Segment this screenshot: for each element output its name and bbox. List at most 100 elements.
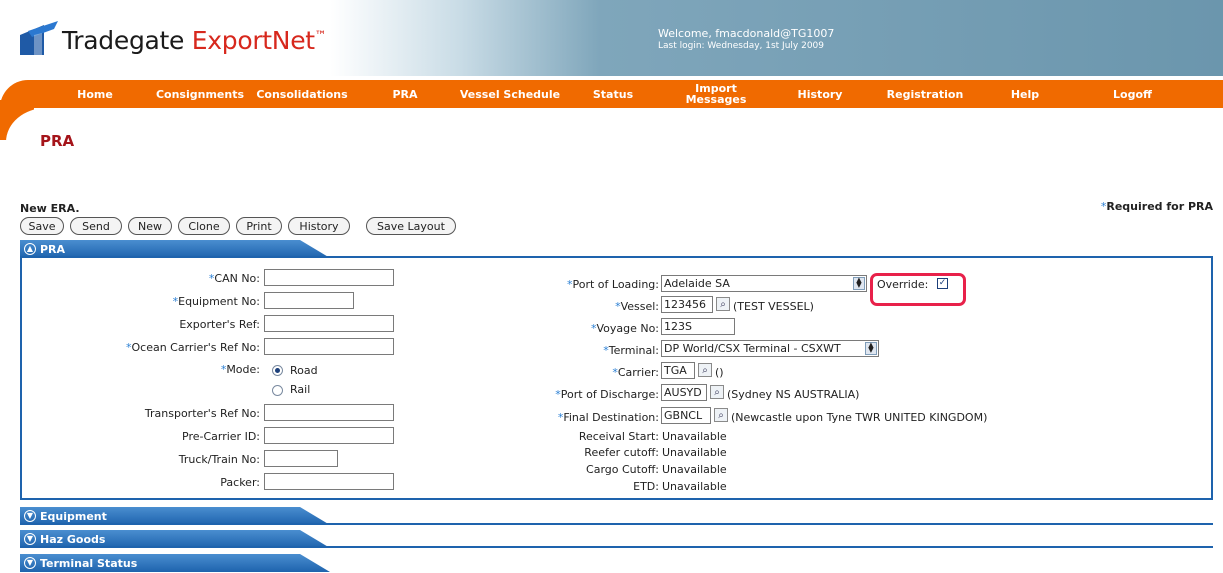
reefer-cutoff-label: Reefer cutoff: (584, 446, 659, 459)
app-header: Tradegate ExportNet™ Welcome, fmacdonald… (0, 0, 1223, 76)
packer-input[interactable] (264, 473, 394, 490)
section-equipment-line (20, 523, 1213, 525)
section-tab-terminal-status[interactable]: ▼ Terminal Status (20, 554, 330, 572)
last-login-text: Last login: Wednesday, 1st July 2009 (658, 41, 825, 51)
select-arrow-icon: ▲ ▼ (853, 277, 865, 290)
receival-start-label: Receival Start: (578, 430, 659, 443)
nav-logoff[interactable]: Logoff (1105, 80, 1160, 108)
section-haz-goods-label: Haz Goods (40, 532, 106, 546)
vessel-description: (TEST VESSEL) (733, 300, 814, 313)
mode-label: *Mode: (220, 363, 260, 376)
cargo-cutoff-label: Cargo Cutoff: (586, 463, 659, 476)
logo-mark-icon (20, 21, 58, 55)
can-no-input[interactable] (264, 269, 394, 286)
section-equipment-label: Equipment (40, 509, 107, 523)
port-of-discharge-input[interactable]: AUSYD (661, 384, 707, 401)
reefer-cutoff-value: Unavailable (662, 446, 727, 459)
collapse-chevron-icon: ▲ (24, 243, 36, 255)
vessel-input[interactable]: 123456 (661, 296, 713, 313)
new-button[interactable]: New (128, 217, 172, 235)
brand-part2: ExportNet (191, 25, 315, 55)
mode-rail-label: Rail (290, 383, 311, 396)
voyage-no-input[interactable]: 123S (661, 318, 735, 335)
required-note-text: Required for PRA (1106, 200, 1213, 213)
history-button[interactable]: History (288, 217, 350, 235)
port-of-discharge-label: *Port of Discharge: (555, 388, 659, 401)
etd-label: ETD: (633, 480, 659, 493)
pre-carrier-id-input[interactable] (264, 427, 394, 444)
nav-consolidations[interactable]: Consolidations (252, 80, 352, 108)
pre-carrier-id-label: Pre-Carrier ID: (182, 430, 260, 443)
nav-consignments[interactable]: Consignments (150, 80, 250, 108)
print-button[interactable]: Print (236, 217, 282, 235)
etd-value: Unavailable (662, 480, 727, 493)
final-destination-description: (Newcastle upon Tyne TWR UNITED KINGDOM) (731, 411, 988, 424)
carrier-description: () (715, 366, 724, 379)
can-no-label: *CAN No: (208, 272, 260, 285)
nav-vessel-schedule[interactable]: Vessel Schedule (455, 80, 565, 108)
nav-history[interactable]: History (790, 80, 850, 108)
port-of-loading-label: *Port of Loading: (566, 278, 659, 291)
section-haz-goods-line (20, 546, 1213, 548)
brand-part1: Tradegate (62, 25, 192, 55)
brand-tm: ™ (314, 28, 327, 43)
final-destination-lookup-icon[interactable]: ⌕ (714, 408, 728, 422)
truck-train-no-label: Truck/Train No: (178, 453, 260, 466)
packer-label: Packer: (220, 476, 260, 489)
status-message: New ERA. (20, 202, 80, 215)
ocean-carrier-ref-label: *Ocean Carrier's Ref No: (125, 341, 260, 354)
equipment-no-input[interactable] (264, 292, 354, 309)
mode-road-radio[interactable] (272, 365, 283, 376)
exporters-ref-label: Exporter's Ref: (179, 318, 260, 331)
tradegate-logo[interactable]: Tradegate ExportNet™ (14, 20, 327, 60)
exporters-ref-input[interactable] (264, 315, 394, 332)
ocean-carrier-ref-input[interactable] (264, 338, 394, 355)
truck-train-no-input[interactable] (264, 450, 338, 467)
vessel-lookup-icon[interactable]: ⌕ (716, 297, 730, 311)
final-destination-label: *Final Destination: (557, 411, 659, 424)
mode-rail-radio[interactable] (272, 385, 283, 396)
terminal-select[interactable]: DP World/CSX Terminal - CSXWT ▲ ▼ (661, 340, 879, 357)
send-button[interactable]: Send (70, 217, 122, 235)
vessel-label: *Vessel: (615, 300, 659, 313)
carrier-input[interactable]: TGA (661, 362, 695, 379)
welcome-text: Welcome, fmacdonald@TG1007 (658, 27, 835, 40)
carrier-lookup-icon[interactable]: ⌕ (698, 363, 712, 377)
section-pra-label: PRA (40, 242, 66, 256)
section-terminal-status-label: Terminal Status (40, 556, 138, 570)
equipment-no-label: *Equipment No: (172, 295, 260, 308)
page-title: PRA (40, 132, 75, 150)
select-arrow-icon: ▲ ▼ (865, 342, 877, 355)
nav-help[interactable]: Help (1005, 80, 1045, 108)
nav-home[interactable]: Home (70, 80, 120, 108)
expand-chevron-icon: ▼ (24, 510, 36, 522)
cargo-cutoff-value: Unavailable (662, 463, 727, 476)
port-of-loading-select[interactable]: Adelaide SA ▲ ▼ (661, 275, 867, 292)
mode-road-label: Road (290, 364, 318, 377)
required-note: *Required for PRA (1101, 200, 1213, 213)
save-button[interactable]: Save (20, 217, 64, 235)
transporter-ref-label: Transporter's Ref No: (144, 407, 260, 420)
override-highlight-box (870, 273, 966, 306)
transporter-ref-input[interactable] (264, 404, 394, 421)
welcome-block: Welcome, fmacdonald@TG1007 Last login: W… (658, 28, 834, 52)
nav-pra[interactable]: PRA (385, 80, 425, 108)
nav-status[interactable]: Status (588, 80, 638, 108)
discharge-description: (Sydney NS AUSTRALIA) (727, 388, 860, 401)
receival-start-value: Unavailable (662, 430, 727, 443)
nav-registration[interactable]: Registration (880, 80, 970, 108)
main-nav: Home Consignments Consolidations PRA Ves… (0, 80, 1223, 108)
voyage-no-label: *Voyage No: (590, 322, 659, 335)
expand-chevron-icon: ▼ (24, 557, 36, 569)
port-of-loading-value: Adelaide SA (664, 277, 730, 290)
terminal-label: *Terminal: (603, 344, 659, 357)
save-layout-button[interactable]: Save Layout (366, 217, 456, 235)
carrier-label: *Carrier: (612, 366, 659, 379)
terminal-value: DP World/CSX Terminal - CSXWT (664, 342, 841, 355)
nav-import-messages[interactable]: Import Messages (686, 80, 747, 108)
discharge-lookup-icon[interactable]: ⌕ (710, 385, 724, 399)
clone-button[interactable]: Clone (178, 217, 230, 235)
brand-name: Tradegate ExportNet™ (62, 26, 327, 55)
final-destination-input[interactable]: GBNCL (661, 407, 711, 424)
expand-chevron-icon: ▼ (24, 533, 36, 545)
